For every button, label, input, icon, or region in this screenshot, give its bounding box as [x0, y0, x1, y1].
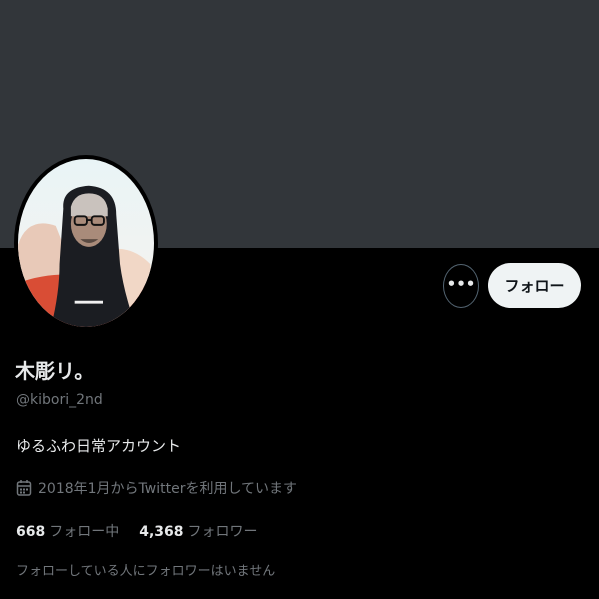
joined-date: 2018年1月からTwitterを利用しています — [16, 478, 297, 498]
joined-date-text: 2018年1月からTwitterを利用しています — [38, 481, 298, 497]
following-label: フォロー中 — [49, 524, 120, 540]
followers-label: フォロワー — [187, 524, 258, 540]
follow-button[interactable]: フォロー — [488, 263, 581, 308]
calendar-icon — [16, 480, 32, 496]
profile-avatar[interactable] — [14, 155, 158, 331]
profile-bio: ゆるふわ日常アカウント — [16, 437, 182, 455]
followers-you-know-note: フォローしている人にフォロワーはいません — [16, 564, 276, 579]
profile-page: ••• フォロー 木彫リ。 @kibori_2nd ゆるふわ日常アカウント 20… — [0, 0, 599, 599]
following-count: 668 — [16, 524, 46, 540]
avatar-photo — [18, 159, 154, 327]
follow-stats: 668 フォロー中 4,368 フォロワー — [16, 521, 258, 541]
followers-link[interactable]: 4,368 フォロワー — [139, 521, 257, 541]
display-name: 木彫リ。 — [15, 359, 95, 383]
more-options-icon: ••• — [446, 274, 476, 293]
profile-handle: @kibori_2nd — [16, 392, 103, 408]
more-options-button[interactable]: ••• — [443, 264, 479, 308]
following-link[interactable]: 668 フォロー中 — [16, 521, 119, 541]
followers-count: 4,368 — [139, 524, 184, 540]
